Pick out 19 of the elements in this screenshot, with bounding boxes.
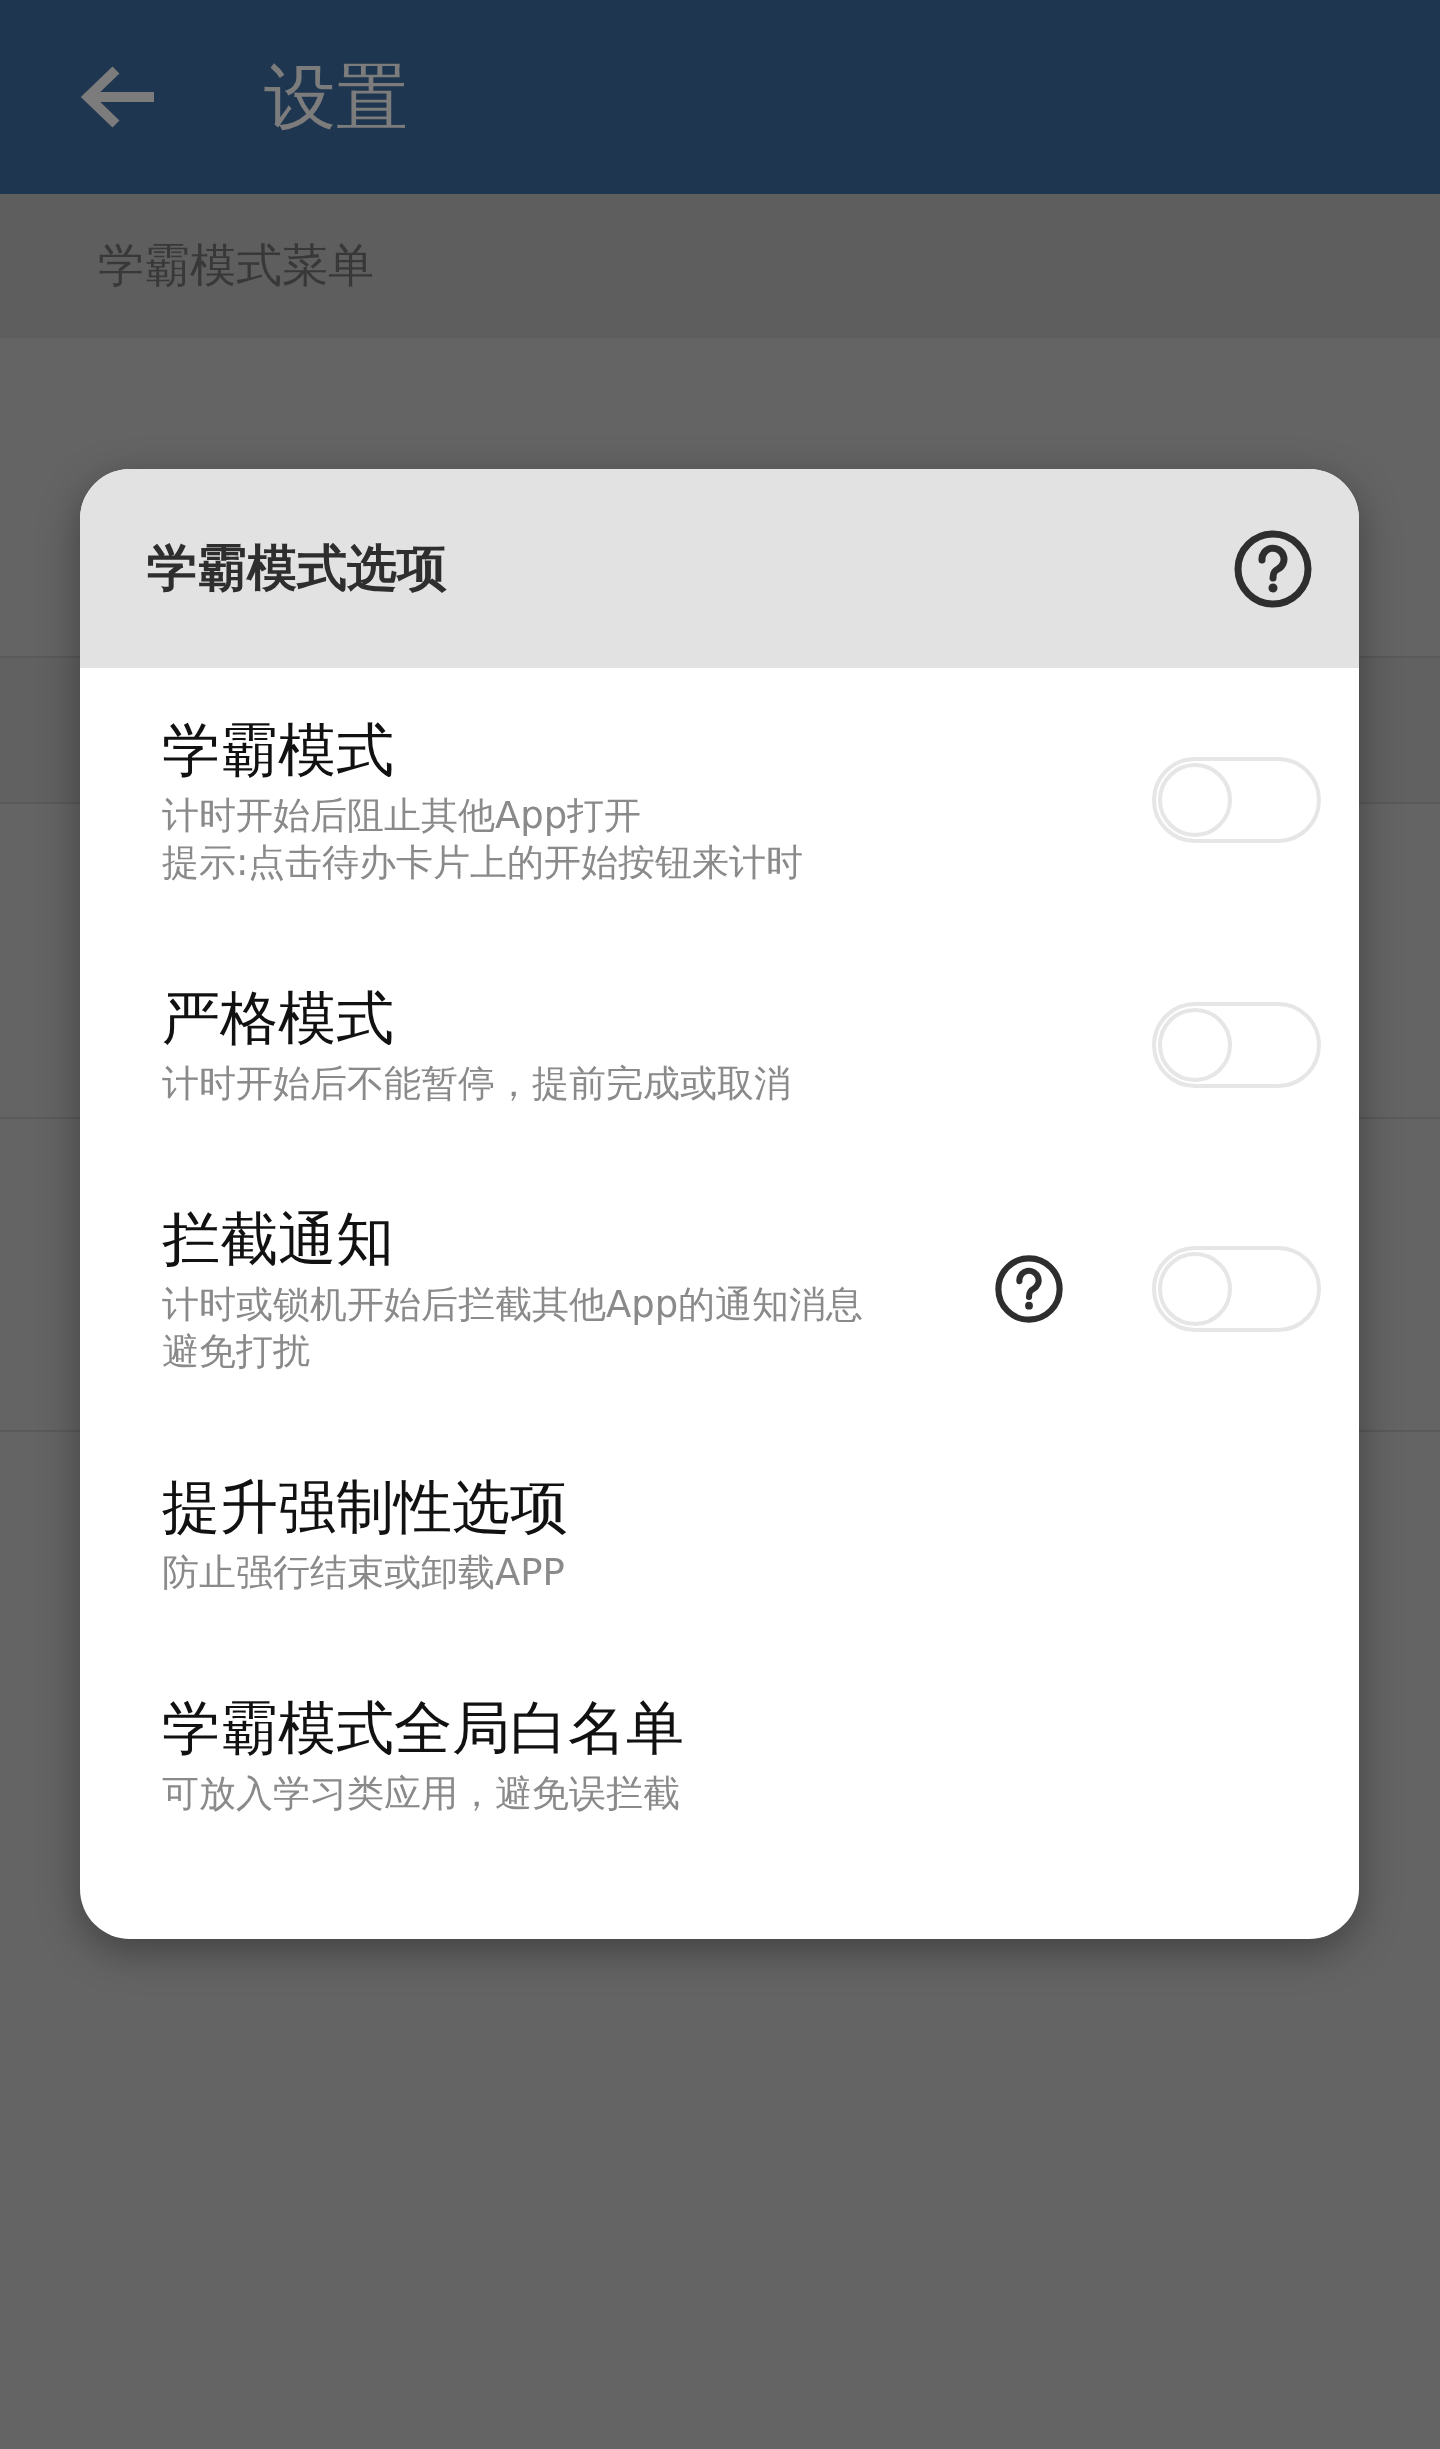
help-icon[interactable] [1233,528,1313,609]
option-title: 提升强制性选项 [162,1472,569,1543]
page-title: 设置 [264,61,408,133]
dialog-title: 学霸模式选项 [147,538,447,599]
option-row[interactable]: 学霸模式全局白名单 可放入学习类应用，避免误拦截 [80,1646,1359,1867]
option-row[interactable]: 拦截通知 计时或锁机开始后拦截其他App的通知消息 避免打扰 [80,1157,1359,1425]
option-title: 学霸模式 [162,715,395,786]
option-row[interactable]: 提升强制性选项 防止强行结束或卸载APP [80,1425,1359,1646]
option-row[interactable]: 学霸模式 计时开始后阻止其他App打开 提示:点击待办卡片上的开始按钮来计时 [80,668,1359,936]
option-description: 防止强行结束或卸载APP [162,1550,566,1596]
option-title: 学霸模式全局白名单 [162,1693,685,1764]
option-row[interactable]: 严格模式 计时开始后不能暂停，提前完成或取消 [80,936,1359,1157]
option-description: 计时或锁机开始后拦截其他App的通知消息 避免打扰 [162,1282,865,1375]
option-title: 严格模式 [162,983,395,1054]
option-description: 计时开始后不能暂停，提前完成或取消 [162,1061,792,1107]
option-description: 计时开始后阻止其他App打开 提示:点击待办卡片上的开始按钮来计时 [162,793,805,886]
help-icon[interactable] [994,1254,1064,1324]
option-title: 拦截通知 [162,1204,395,1275]
option-description: 可放入学习类应用，避免误拦截 [162,1771,681,1817]
